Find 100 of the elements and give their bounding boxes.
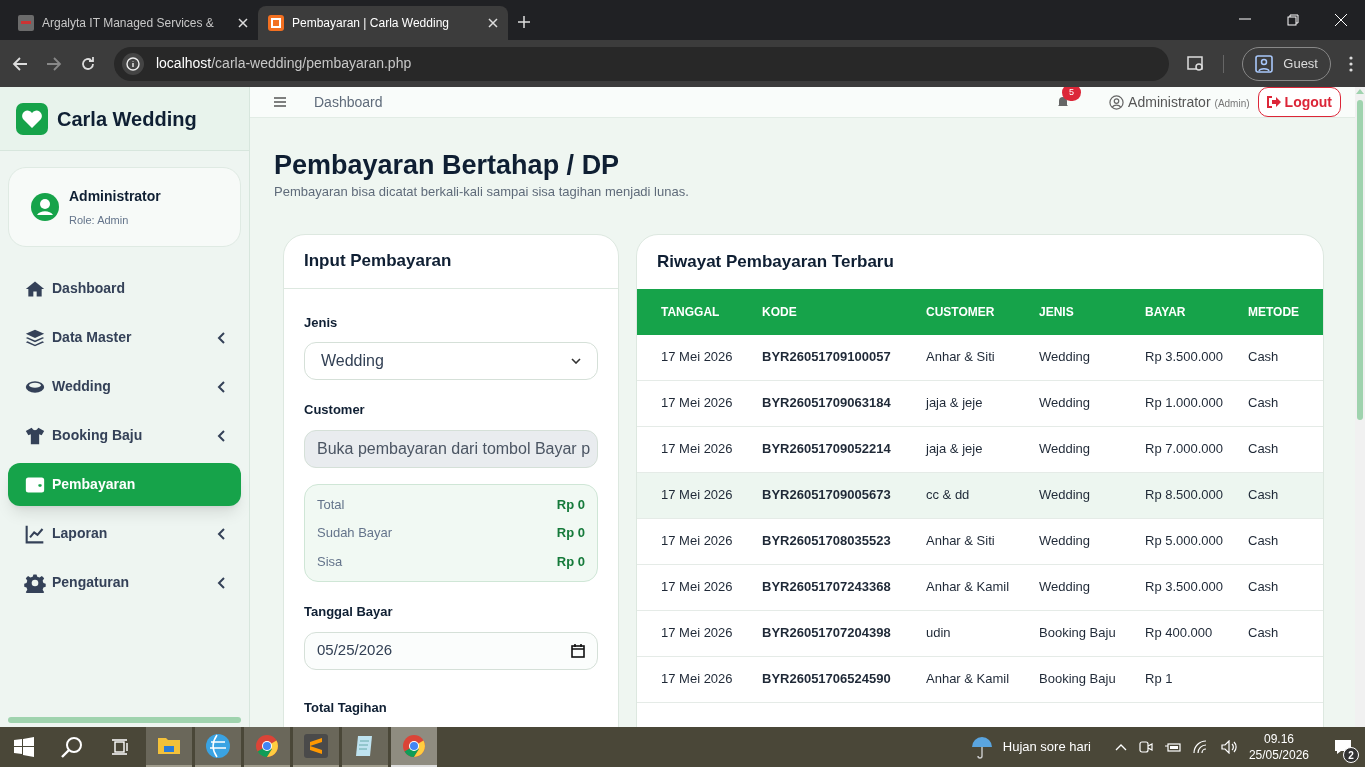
umbrella-icon xyxy=(970,735,995,759)
page-subtitle: Pembayaran bisa dicatat berkali-kali sampai sisa tagihan menjadi lunas. xyxy=(274,183,690,201)
brand-name: Carla Wedding xyxy=(57,106,197,132)
customer-field[interactable]: Buka pembayaran dari tombol Bayar p xyxy=(304,429,598,468)
settings-icon xyxy=(24,572,46,593)
taskbar-app[interactable] xyxy=(146,727,192,767)
chrome-icon xyxy=(255,734,279,758)
column-header: TANGGAL xyxy=(661,303,721,321)
browser-tab[interactable]: Argalyta IT Managed Services & xyxy=(8,6,258,40)
nav-item[interactable]: Pengaturan xyxy=(8,561,241,604)
browser-tab[interactable]: Pembayaran | Carla Wedding xyxy=(258,6,508,40)
user-name: Administrator xyxy=(69,186,161,206)
date-field[interactable]: 05/25/2026 xyxy=(304,631,598,670)
back-icon[interactable] xyxy=(12,55,28,72)
summary-value: Rp 0 xyxy=(556,552,585,571)
table-cell-text: cc & dd xyxy=(926,486,971,505)
bell-icon[interactable] xyxy=(1057,96,1070,108)
search-tab-icon[interactable] xyxy=(1187,55,1206,72)
table-cell-text: 17 Mei 2026 xyxy=(661,670,734,689)
column-header: JENIS xyxy=(1039,303,1075,321)
field-label: Customer xyxy=(304,401,366,419)
task-view-icon[interactable] xyxy=(112,739,130,755)
sublime-icon xyxy=(304,734,328,758)
nav-item[interactable]: Dashboard xyxy=(8,267,241,310)
url-text: localhost/carla-wedding/pembayaran.php xyxy=(155,54,412,73)
user-role: (Admin) xyxy=(1214,96,1250,111)
table-cell-text: Wedding xyxy=(1039,532,1092,551)
close-icon[interactable] xyxy=(488,18,498,28)
table-cell-text: Rp 1 xyxy=(1145,670,1174,689)
site-icon xyxy=(18,15,34,31)
field-label: Total Tagihan xyxy=(304,698,388,717)
user-avatar-icon xyxy=(31,193,59,221)
table-cell-text: Wedding xyxy=(1039,394,1092,413)
table-cell-text: BYR26051708035523 xyxy=(762,532,892,551)
table-cell-text: 17 Mei 2026 xyxy=(661,532,734,551)
taskbar-app[interactable] xyxy=(293,727,339,767)
nav-item[interactable]: Wedding xyxy=(8,365,241,408)
table-cell-text: jaja & jeje xyxy=(926,440,984,459)
table-cell-text: Cash xyxy=(1248,348,1280,367)
table-cell-text: BYR26051709100057 xyxy=(762,348,892,367)
calendar-icon[interactable] xyxy=(571,643,585,658)
table-cell-text: Wedding xyxy=(1039,440,1092,459)
taskbar-app[interactable] xyxy=(244,727,290,767)
table-cell-text: Rp 8.500.000 xyxy=(1145,486,1225,505)
restore-icon[interactable] xyxy=(1287,14,1299,26)
table-cell-text: Rp 5.000.000 xyxy=(1145,532,1225,551)
table-cell-text: Cash xyxy=(1248,532,1280,551)
notification-count: 2 xyxy=(1343,747,1359,763)
chevron-down-icon xyxy=(571,358,581,364)
camera-icon[interactable] xyxy=(1138,739,1153,755)
user-icon xyxy=(1109,94,1125,110)
table-cell-text: Cash xyxy=(1248,394,1280,413)
person-icon xyxy=(1255,54,1274,73)
scrollbar-thumb[interactable] xyxy=(8,717,241,723)
table-row[interactable]: 17 Mei 2026 BYR26051709005673 cc & dd Wedding Rp 8.500.000 Cash xyxy=(637,472,1323,519)
search-icon[interactable] xyxy=(61,736,83,758)
column-header: CUSTOMER xyxy=(926,303,996,321)
sign-out-icon xyxy=(1266,96,1281,108)
summary-label: Total xyxy=(317,495,345,514)
menu-icon[interactable] xyxy=(274,97,286,107)
menu-icon[interactable] xyxy=(1349,55,1353,72)
taskbar-app[interactable] xyxy=(342,727,388,767)
summary-label: Sisa xyxy=(317,552,343,571)
jenis-select[interactable]: Wedding xyxy=(304,342,598,380)
table-cell-text: Booking Baju xyxy=(1039,624,1117,643)
shirt-icon xyxy=(24,425,46,446)
weather-text[interactable]: Hujan sore hari xyxy=(1002,737,1091,757)
table-cell-text: 17 Mei 2026 xyxy=(661,348,734,367)
table-cell-text: Anhar & Kamil xyxy=(926,578,1011,597)
chevron-up-icon[interactable] xyxy=(1114,743,1127,751)
reload-icon[interactable] xyxy=(79,55,96,72)
battery-icon[interactable] xyxy=(1164,741,1181,753)
logout-button[interactable]: Logout xyxy=(1257,87,1341,117)
new-tab-icon[interactable] xyxy=(518,16,530,28)
table-cell-text: Anhar & Siti xyxy=(926,348,996,367)
table-cell-text: BYR26051707204398 xyxy=(762,624,892,643)
clock[interactable]: 09.16 25/05/2026 xyxy=(1248,731,1309,763)
nav-item[interactable]: Booking Baju xyxy=(8,414,241,457)
table-cell-text: Cash xyxy=(1248,624,1280,643)
close-icon[interactable] xyxy=(238,18,248,28)
nav-item[interactable]: Laporan xyxy=(8,512,241,555)
nav-item[interactable]: Data Master xyxy=(8,316,241,359)
forward-icon[interactable] xyxy=(46,55,62,72)
line-chart-icon xyxy=(24,523,46,544)
info-icon[interactable] xyxy=(121,52,144,75)
table-cell-text: jaja & jeje xyxy=(926,394,984,413)
summary-value: Rp 0 xyxy=(556,495,585,514)
user-role: Role: Admin xyxy=(69,212,130,228)
address-bar[interactable]: localhost/carla-wedding/pembayaran.php xyxy=(113,46,1170,81)
breadcrumb-link[interactable]: Dashboard xyxy=(314,91,383,113)
windows-start-icon[interactable] xyxy=(14,737,34,757)
taskbar-app[interactable] xyxy=(195,727,241,767)
speaker-icon[interactable] xyxy=(1220,740,1239,754)
card-title: Input Pembayaran xyxy=(304,250,452,273)
layers-icon xyxy=(24,327,46,348)
scrollbar-thumb[interactable] xyxy=(1357,100,1363,420)
tab-title: Pembayaran | Carla Wedding xyxy=(292,15,449,32)
table-cell-text: Wedding xyxy=(1039,348,1092,367)
wifi-icon[interactable] xyxy=(1192,740,1209,754)
globe-icon xyxy=(205,733,231,759)
